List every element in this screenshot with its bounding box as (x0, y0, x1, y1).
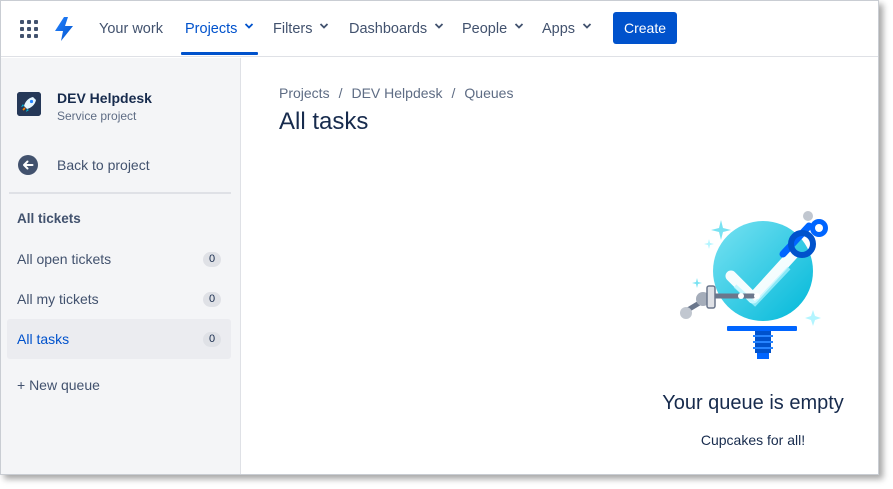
nav-people[interactable]: People (462, 1, 524, 57)
empty-state-title: Your queue is empty (662, 392, 844, 414)
breadcrumb: Projects / DEV Helpdesk / Queues (279, 85, 513, 101)
nav-dashboards-label: Dashboards (349, 21, 428, 37)
breadcrumb-separator: / (451, 85, 456, 101)
arrow-left-circle-icon (18, 155, 38, 175)
breadcrumb-queues[interactable]: Queues (464, 85, 513, 101)
queue-label: All tasks (17, 331, 70, 347)
chevron-down-icon (582, 23, 592, 29)
sidebar-section-heading: All tickets (17, 211, 81, 226)
nav-projects-label: Projects (185, 21, 238, 37)
nav-projects[interactable]: Projects (180, 1, 259, 57)
app-window: Your work Projects Filters Dashboards Pe… (0, 0, 879, 475)
breadcrumb-projects[interactable]: Projects (279, 85, 330, 101)
chevron-down-icon (320, 23, 329, 29)
nav-apps[interactable]: Apps (542, 1, 592, 57)
chevron-down-icon (435, 23, 444, 29)
nav-your-work[interactable]: Your work (99, 1, 163, 57)
nav-apps-label: Apps (542, 21, 576, 37)
nav-people-label: People (462, 21, 508, 37)
queue-item-all-tasks[interactable]: All tasks 0 (7, 319, 231, 359)
app-switcher-grid-icon[interactable] (20, 20, 38, 38)
sidebar-divider (9, 192, 231, 194)
sidebar: DEV Helpdesk Service project Back to pro… (1, 58, 241, 474)
queue-item-all-my-tickets[interactable]: All my tickets 0 (7, 279, 231, 319)
queue-item-all-open-tickets[interactable]: All open tickets 0 (7, 239, 231, 279)
project-avatar-rocket-icon (17, 92, 41, 116)
top-navigation: Your work Projects Filters Dashboards Pe… (1, 1, 878, 57)
create-button[interactable]: Create (613, 12, 677, 44)
breadcrumb-separator: / (338, 85, 343, 101)
new-queue-button[interactable]: + New queue (17, 377, 100, 393)
chevron-down-icon (245, 23, 254, 29)
breadcrumb-dev-helpdesk[interactable]: DEV Helpdesk (351, 85, 442, 101)
queue-label: All open tickets (17, 251, 112, 267)
queue-count-badge: 0 (203, 292, 221, 307)
project-type: Service project (57, 109, 137, 123)
queue-count-badge: 0 (203, 252, 221, 267)
chevron-down-icon (515, 23, 524, 29)
queue-label: All my tickets (17, 291, 99, 307)
empty-queue-illustration-icon (680, 211, 828, 359)
project-name[interactable]: DEV Helpdesk (57, 90, 152, 106)
nav-filters[interactable]: Filters (273, 1, 329, 57)
queue-count-badge: 0 (203, 332, 221, 347)
nav-filters-label: Filters (273, 21, 313, 37)
jira-logo-icon[interactable] (53, 17, 75, 41)
back-to-project-link[interactable]: Back to project (17, 154, 231, 176)
back-to-project-label: Back to project (57, 157, 150, 173)
empty-state-subtitle: Cupcakes for all! (700, 432, 806, 448)
page-title: All tasks (279, 108, 369, 135)
nav-your-work-label: Your work (99, 21, 163, 37)
nav-dashboards[interactable]: Dashboards (349, 1, 444, 57)
